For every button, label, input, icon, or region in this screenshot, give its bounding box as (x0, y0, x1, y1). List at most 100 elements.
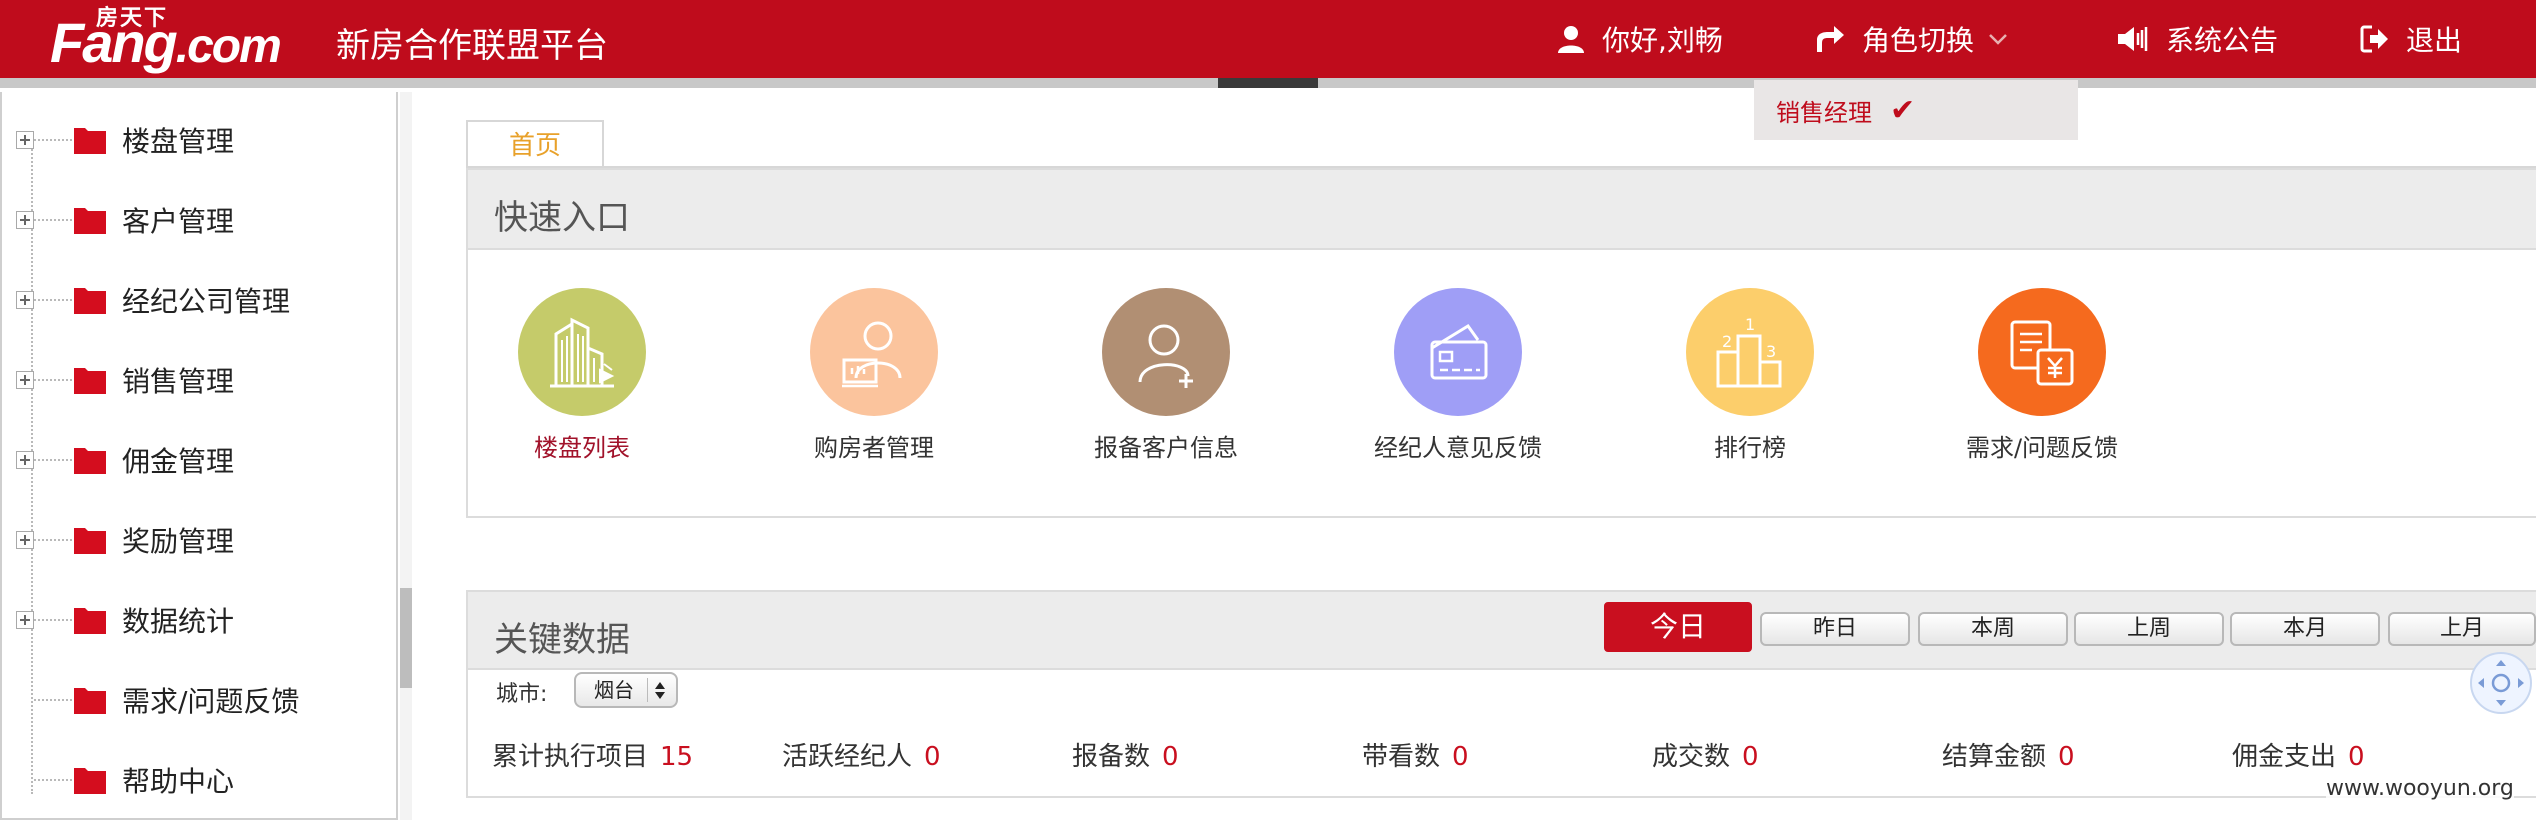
user-icon (1558, 26, 1584, 53)
logo-main-text: Fang.com (50, 10, 282, 75)
city-label: 城市: (496, 682, 548, 707)
share-arrow-icon (1817, 26, 1844, 52)
role-option-sales-manager[interactable]: 销售经理 (1776, 93, 1872, 128)
tree-connector (34, 219, 72, 221)
folder-icon (74, 448, 106, 474)
expand-icon[interactable] (16, 211, 34, 229)
quick-item-label: 经纪人意见反馈 (1374, 434, 1542, 462)
sidebar-item-agency[interactable]: 经纪公司管理 (16, 270, 290, 330)
notice-label: 系统公告 (2166, 24, 2279, 57)
quick-entry-title: 快速入口 (494, 198, 630, 238)
period-today-button[interactable]: 今日 (1604, 602, 1752, 652)
stat-viewings: 带看数 0 (1362, 736, 1469, 773)
tree-connector (34, 779, 72, 781)
expand-icon[interactable] (16, 291, 34, 309)
sidebar-item-commission[interactable]: 佣金管理 (16, 430, 234, 490)
float-scroll-widget[interactable] (2470, 652, 2532, 714)
checkmark-icon: ✔ (1890, 92, 1916, 128)
logout-button[interactable]: 退出 (2360, 0, 2462, 78)
quick-item-label: 排行榜 (1714, 434, 1786, 462)
quick-report-customer[interactable]: 报备客户信息 (1056, 288, 1276, 463)
period-last-month-button[interactable]: 上月 (2388, 612, 2536, 646)
stat-value: 0 (1162, 742, 1179, 772)
logout-icon (2360, 25, 2388, 53)
yuan-document-icon (1978, 288, 2106, 416)
key-data-title: 关键数据 (494, 620, 630, 660)
stat-value: 15 (660, 742, 694, 772)
sidebar-scrollbar[interactable] (400, 92, 412, 820)
stat-deals: 成交数 0 (1652, 736, 1759, 773)
tree-connector (34, 539, 72, 541)
folder-icon (74, 208, 106, 234)
sidebar-item-feedback[interactable]: 需求/问题反馈 (16, 670, 299, 730)
quick-item-label: 楼盘列表 (534, 434, 630, 462)
stat-value: 0 (1742, 742, 1759, 772)
sidebar-item-sales[interactable]: 销售管理 (16, 350, 234, 410)
quick-buyer-management[interactable]: 购房者管理 (764, 288, 984, 463)
panel-header: 快速入口 (468, 170, 2536, 250)
expand-icon[interactable] (16, 131, 34, 149)
sidebar-item-label: 楼盘管理 (122, 125, 235, 158)
quick-entry-panel: 快速入口 楼盘列表 购房者管理 报备客户信息 经纪人意见反馈 1 2 3 排行榜… (466, 168, 2536, 518)
sidebar-item-customer[interactable]: 客户管理 (16, 190, 234, 250)
tab-home[interactable]: 首页 (466, 120, 604, 168)
stat-label: 结算金额 (1942, 742, 2047, 772)
stat-label: 佣金支出 (2232, 742, 2337, 772)
expand-icon[interactable] (16, 451, 34, 469)
tree-connector (34, 139, 72, 141)
expand-icon[interactable] (16, 371, 34, 389)
quick-ranking[interactable]: 1 2 3 排行榜 (1640, 288, 1860, 463)
stat-settlement-amount: 结算金额 0 (1942, 736, 2075, 773)
quick-demand-feedback[interactable]: 需求/问题反馈 (1932, 288, 2152, 463)
quick-item-label: 购房者管理 (814, 434, 934, 462)
chevron-down-icon (1989, 34, 2007, 45)
folder-icon (74, 688, 106, 714)
quick-item-label: 需求/问题反馈 (1965, 434, 2119, 462)
sidebar-item-label: 需求/问题反馈 (122, 685, 300, 718)
expand-icon[interactable] (16, 611, 34, 629)
svg-text:2: 2 (1722, 332, 1732, 351)
header-divider-marker (1218, 78, 1318, 88)
sidebar-nav: 楼盘管理 客户管理 经纪公司管理 销售管理 佣金管理 奖励管理 数据统计 需求/… (0, 92, 398, 820)
folder-icon (74, 288, 106, 314)
period-this-month-button[interactable]: 本月 (2230, 612, 2380, 646)
city-select[interactable]: 烟台 (574, 672, 678, 708)
quick-agent-feedback[interactable]: 经纪人意见反馈 (1348, 288, 1568, 463)
stat-value: 0 (2058, 742, 2075, 772)
svg-text:1: 1 (1745, 315, 1755, 334)
fang-logo[interactable]: 房天下 Fang.com (50, 0, 290, 78)
period-this-week-button[interactable]: 本周 (1918, 612, 2068, 646)
tree-connector (34, 379, 72, 381)
role-switch-button[interactable]: 角色切换 (1814, 0, 2008, 78)
period-yesterday-button[interactable]: 昨日 (1760, 612, 1910, 646)
sidebar-item-statistics[interactable]: 数据统计 (16, 590, 234, 650)
sidebar-item-reward[interactable]: 奖励管理 (16, 510, 234, 570)
site-title: 新房合作联盟平台 (336, 26, 608, 66)
add-user-icon (1102, 288, 1230, 416)
tree-connector (34, 699, 72, 701)
scrollbar-thumb[interactable] (400, 588, 412, 688)
sidebar-item-label: 奖励管理 (122, 525, 235, 558)
system-notice-button[interactable]: 系统公告 (2116, 0, 2278, 78)
sidebar-item-label: 经纪公司管理 (122, 285, 291, 318)
sidebar-item-property[interactable]: 楼盘管理 (16, 110, 234, 170)
card-icon (1394, 288, 1522, 416)
select-arrows-icon (647, 678, 668, 702)
sidebar-item-label: 帮助中心 (122, 765, 235, 798)
greeting-text: 你好,刘畅 (1602, 24, 1723, 57)
speaker-icon (2118, 27, 2148, 51)
expand-icon[interactable] (16, 531, 34, 549)
quick-property-list[interactable]: 楼盘列表 (472, 288, 692, 463)
folder-icon (74, 368, 106, 394)
stat-value: 0 (1452, 742, 1469, 772)
key-data-panel: 关键数据 (466, 590, 2536, 798)
sidebar-item-help[interactable]: 帮助中心 (16, 750, 234, 810)
folder-icon (74, 768, 106, 794)
stat-label: 报备数 (1072, 742, 1151, 772)
user-greeting[interactable]: 你好,刘畅 (1556, 0, 1723, 78)
tree-connector (34, 619, 72, 621)
period-last-week-button[interactable]: 上周 (2074, 612, 2224, 646)
svg-text:3: 3 (1766, 342, 1776, 361)
folder-icon (74, 128, 106, 154)
